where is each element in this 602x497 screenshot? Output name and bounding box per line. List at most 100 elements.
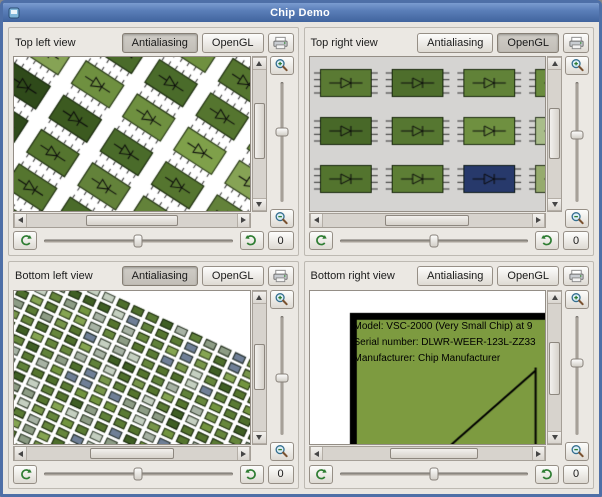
- zoom-in-button[interactable]: [565, 289, 589, 309]
- scroll-down-button[interactable]: [252, 197, 266, 211]
- horizontal-scrollbar[interactable]: [308, 212, 546, 228]
- zoom-slider-handle[interactable]: [570, 358, 584, 368]
- graphics-view[interactable]: [13, 56, 251, 212]
- opengl-button[interactable]: OpenGL: [201, 266, 264, 286]
- rotate-slider-handle[interactable]: [429, 234, 439, 247]
- scroll-left-button[interactable]: [14, 213, 27, 227]
- horizontal-scroll-track[interactable]: [27, 447, 237, 460]
- rotate-right-button[interactable]: [239, 464, 264, 484]
- print-button[interactable]: [267, 32, 294, 53]
- vertical-scroll-track[interactable]: [253, 304, 266, 432]
- vertical-scroll-track[interactable]: [253, 70, 266, 198]
- scroll-up-button[interactable]: [252, 290, 266, 304]
- zoom-slider[interactable]: [273, 313, 291, 439]
- vertical-scroll-track[interactable]: [548, 70, 561, 198]
- reset-button[interactable]: 0: [563, 464, 589, 484]
- zoom-out-icon: [570, 211, 585, 226]
- graphics-view[interactable]: [308, 289, 546, 446]
- scroll-up-button[interactable]: [548, 57, 561, 70]
- vertical-scroll-thumb[interactable]: [549, 108, 560, 160]
- opengl-button[interactable]: OpenGL: [497, 32, 559, 53]
- horizontal-scroll-track[interactable]: [323, 214, 533, 227]
- rotate-slider-handle[interactable]: [429, 467, 439, 481]
- scroll-right-button[interactable]: [532, 447, 545, 461]
- horizontal-scroll-track[interactable]: [323, 447, 533, 460]
- antialiasing-button[interactable]: Antialiasing: [417, 32, 494, 53]
- zoom-in-button[interactable]: [269, 56, 294, 75]
- horizontal-scrollbar[interactable]: [308, 446, 546, 462]
- zoom-in-icon: [570, 292, 585, 307]
- scroll-up-button[interactable]: [548, 290, 561, 304]
- antialiasing-button[interactable]: Antialiasing: [121, 32, 198, 53]
- rotate-right-button[interactable]: [239, 231, 264, 250]
- scroll-right-button[interactable]: [236, 447, 250, 461]
- scroll-down-button[interactable]: [252, 431, 266, 445]
- reset-button[interactable]: 0: [563, 231, 589, 250]
- print-button[interactable]: [267, 266, 294, 286]
- rotate-slider[interactable]: [41, 232, 236, 250]
- zoom-slider-handle[interactable]: [275, 127, 288, 137]
- rotate-left-button[interactable]: [13, 464, 37, 484]
- view-label: Bottom right view: [310, 270, 395, 282]
- zoom-out-icon: [570, 444, 585, 459]
- zoom-out-button[interactable]: [269, 208, 294, 228]
- graphics-view[interactable]: [308, 56, 546, 212]
- vertical-scroll-thumb[interactable]: [253, 103, 265, 160]
- scroll-down-button[interactable]: [548, 197, 561, 211]
- scroll-down-button[interactable]: [548, 431, 561, 445]
- vertical-scrollbar[interactable]: [251, 56, 267, 212]
- zoom-out-button[interactable]: [565, 442, 589, 461]
- zoom-slider[interactable]: [273, 79, 291, 205]
- panel-header: Bottom right view Antialiasing OpenGL: [309, 266, 589, 287]
- reset-button[interactable]: 0: [267, 231, 294, 250]
- zoom-controls: [565, 289, 589, 461]
- opengl-button[interactable]: OpenGL: [201, 32, 264, 53]
- zoom-in-button[interactable]: [269, 289, 294, 309]
- zoom-slider[interactable]: [568, 313, 586, 439]
- zoom-slider-handle[interactable]: [275, 373, 288, 383]
- rotate-right-icon: [244, 233, 259, 248]
- scroll-right-button[interactable]: [236, 213, 250, 227]
- scroll-right-button[interactable]: [532, 213, 545, 227]
- vertical-scrollbar[interactable]: [547, 289, 562, 446]
- rotate-slider[interactable]: [41, 465, 236, 483]
- scroll-left-button[interactable]: [309, 213, 323, 227]
- vertical-scrollbar[interactable]: [547, 56, 562, 212]
- zoom-slider-handle[interactable]: [570, 130, 584, 140]
- vertical-scroll-thumb[interactable]: [253, 344, 265, 391]
- titlebar[interactable]: Chip Demo: [3, 3, 599, 22]
- zoom-slider[interactable]: [568, 79, 586, 205]
- horizontal-scrollbar[interactable]: [13, 446, 251, 462]
- scroll-left-button[interactable]: [14, 447, 27, 461]
- rotate-right-button[interactable]: [535, 231, 559, 250]
- scroll-left-button[interactable]: [309, 447, 323, 461]
- rotate-left-button[interactable]: [308, 464, 333, 484]
- vertical-scroll-track[interactable]: [548, 304, 561, 432]
- horizontal-scroll-thumb[interactable]: [89, 448, 174, 460]
- antialiasing-button[interactable]: Antialiasing: [417, 266, 494, 286]
- horizontal-scrollbar[interactable]: [13, 212, 251, 228]
- rotate-slider[interactable]: [337, 465, 532, 483]
- print-button[interactable]: [563, 266, 589, 286]
- rotate-left-button[interactable]: [308, 231, 333, 250]
- opengl-button[interactable]: OpenGL: [497, 266, 559, 286]
- reset-button[interactable]: 0: [267, 464, 294, 484]
- graphics-view[interactable]: [13, 289, 251, 446]
- zoom-in-button[interactable]: [565, 56, 589, 75]
- antialiasing-button[interactable]: Antialiasing: [121, 266, 198, 286]
- horizontal-scroll-track[interactable]: [27, 214, 237, 227]
- rotate-slider-handle[interactable]: [133, 234, 143, 247]
- rotate-left-button[interactable]: [13, 231, 37, 250]
- rotate-slider[interactable]: [337, 232, 532, 250]
- scroll-up-button[interactable]: [252, 57, 266, 70]
- horizontal-scroll-thumb[interactable]: [385, 214, 470, 226]
- vertical-scroll-thumb[interactable]: [549, 341, 560, 396]
- rotate-slider-handle[interactable]: [133, 467, 143, 481]
- vertical-scrollbar[interactable]: [251, 289, 267, 446]
- horizontal-scroll-thumb[interactable]: [85, 214, 178, 226]
- horizontal-scroll-thumb[interactable]: [389, 448, 478, 460]
- zoom-out-button[interactable]: [269, 442, 294, 461]
- rotate-right-button[interactable]: [535, 464, 559, 484]
- zoom-out-button[interactable]: [565, 208, 589, 228]
- print-button[interactable]: [563, 32, 589, 53]
